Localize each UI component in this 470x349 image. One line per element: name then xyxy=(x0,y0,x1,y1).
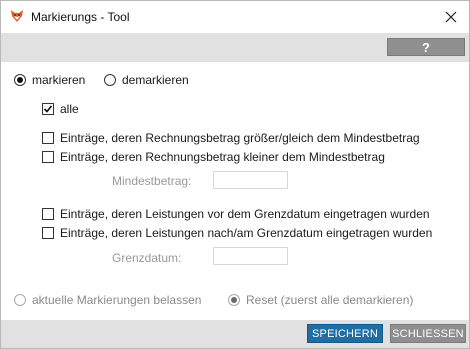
close-icon xyxy=(445,11,457,23)
radio-keep-indicator[interactable] xyxy=(14,294,26,306)
close-dialog-button[interactable]: SCHLIESSEN xyxy=(390,324,466,343)
radio-keep-label: aktuelle Markierungen belassen xyxy=(32,293,202,307)
radio-unmark-indicator[interactable] xyxy=(104,74,116,86)
checkbox-after-date[interactable]: Einträge, deren Leistungen nach/am Grenz… xyxy=(42,226,432,240)
radio-unmark[interactable]: demarkieren xyxy=(104,73,189,87)
min-amount-input[interactable] xyxy=(213,171,288,189)
radio-reset-label: Reset (zuerst alle demarkieren) xyxy=(246,293,414,307)
checkmark-icon xyxy=(43,105,53,113)
markierungs-tool-dialog: Markierungs - Tool ? markieren demarkier… xyxy=(0,0,470,349)
date-label: Grenzdatum: xyxy=(112,251,182,265)
checkbox-amount-ge-box[interactable] xyxy=(42,132,54,144)
checkbox-before-date-box[interactable] xyxy=(42,208,54,220)
checkbox-amount-lt-label: Einträge, deren Rechnungsbetrag kleiner … xyxy=(60,150,385,164)
footer-bar: SPEICHERN SCHLIESSEN xyxy=(1,320,469,348)
checkbox-all-label: alle xyxy=(60,102,79,116)
checkbox-before-date[interactable]: Einträge, deren Leistungen vor dem Grenz… xyxy=(42,207,430,221)
help-button[interactable]: ? xyxy=(387,38,465,56)
toolbar: ? xyxy=(1,33,469,62)
date-input[interactable] xyxy=(213,247,288,265)
min-amount-label: Mindestbetrag: xyxy=(112,174,192,188)
checkbox-all-box[interactable] xyxy=(42,103,54,115)
window-title: Markierungs - Tool xyxy=(31,10,130,24)
checkbox-amount-lt[interactable]: Einträge, deren Rechnungsbetrag kleiner … xyxy=(42,150,385,164)
close-button[interactable] xyxy=(439,5,463,29)
radio-mark-indicator[interactable] xyxy=(14,74,26,86)
checkbox-all[interactable]: alle xyxy=(42,102,79,116)
options-panel: markieren demarkieren alle Einträge, der… xyxy=(1,62,469,320)
radio-unmark-label: demarkieren xyxy=(122,73,189,87)
save-button[interactable]: SPEICHERN xyxy=(307,324,383,343)
checkbox-after-date-box[interactable] xyxy=(42,227,54,239)
checkbox-amount-ge-label: Einträge, deren Rechnungsbetrag größer/g… xyxy=(60,131,420,145)
checkbox-amount-lt-box[interactable] xyxy=(42,151,54,163)
radio-mark-label: markieren xyxy=(32,73,86,87)
checkbox-after-date-label: Einträge, deren Leistungen nach/am Grenz… xyxy=(60,226,433,240)
radio-reset-indicator[interactable] xyxy=(228,294,240,306)
fox-app-icon xyxy=(11,10,23,22)
radio-keep[interactable]: aktuelle Markierungen belassen xyxy=(14,293,201,307)
checkbox-before-date-label: Einträge, deren Leistungen vor dem Grenz… xyxy=(60,207,430,221)
radio-mark[interactable]: markieren xyxy=(14,73,85,87)
checkbox-amount-ge[interactable]: Einträge, deren Rechnungsbetrag größer/g… xyxy=(42,131,420,145)
radio-reset[interactable]: Reset (zuerst alle demarkieren) xyxy=(228,293,413,307)
title-bar: Markierungs - Tool xyxy=(1,1,469,33)
